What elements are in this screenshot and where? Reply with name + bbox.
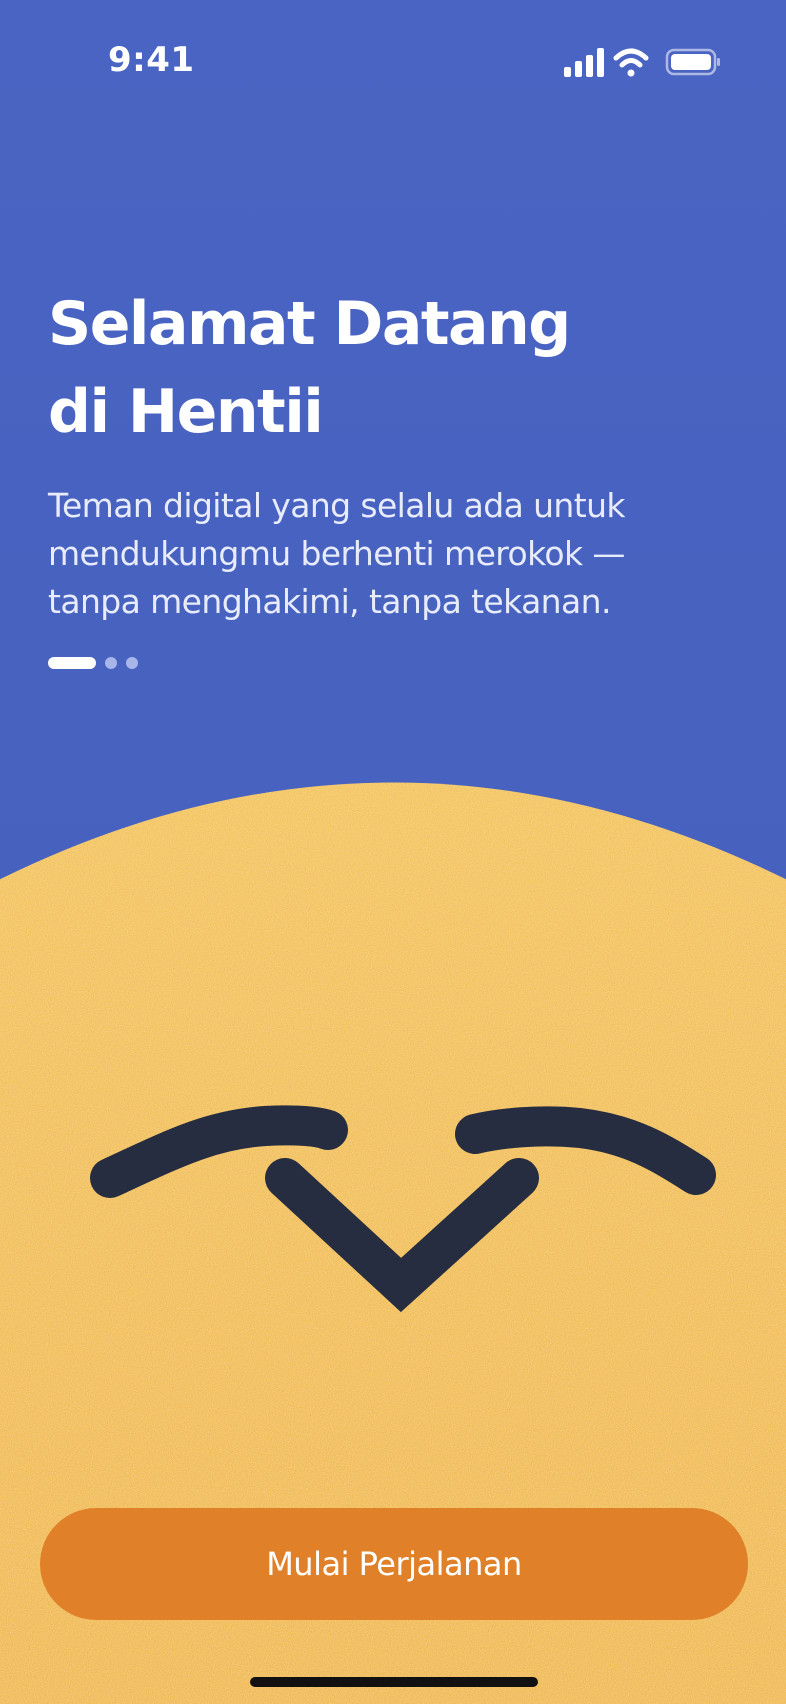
home-indicator[interactable] (250, 1677, 538, 1687)
face-illustration (90, 1105, 716, 1313)
smile-mouth (265, 1158, 539, 1313)
onboarding-screen: 9:41 Selamat Datang di Hentii Teman digi… (0, 0, 786, 1704)
start-journey-button[interactable]: Mulai Perjalanan (40, 1508, 748, 1620)
